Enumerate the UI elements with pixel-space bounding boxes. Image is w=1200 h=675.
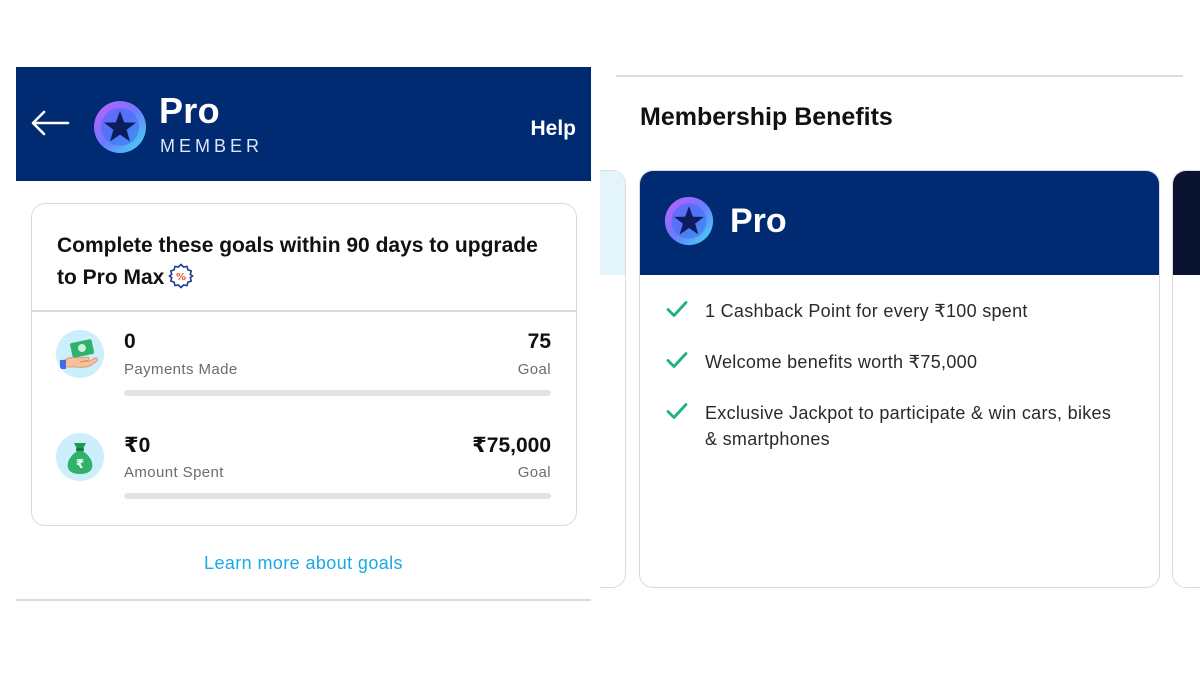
page: Pro MEMBER Help Complete these goals wit… bbox=[0, 0, 1200, 675]
next-plan-card[interactable] bbox=[1172, 170, 1200, 588]
amount-progress-bar bbox=[124, 493, 551, 499]
card-divider bbox=[32, 310, 576, 312]
previous-plan-card-header bbox=[600, 171, 625, 275]
pro-star-badge-icon bbox=[94, 101, 146, 153]
cash-payment-icon bbox=[56, 330, 104, 378]
bottom-divider bbox=[16, 599, 591, 601]
discount-badge-icon: % bbox=[168, 263, 195, 289]
pro-benefits-header: Pro bbox=[640, 171, 1159, 275]
next-plan-card-header bbox=[1173, 171, 1200, 275]
goal-row-amount: ₹ ₹0 Amount Spent ₹75,000 Goal bbox=[32, 433, 576, 513]
learn-more-goals-link[interactable]: Learn more about goals bbox=[16, 553, 591, 574]
pro-member-header: Pro MEMBER Help bbox=[16, 67, 591, 181]
payments-progress-bar bbox=[124, 390, 551, 396]
pro-benefits-title: Pro bbox=[730, 202, 787, 240]
check-icon bbox=[666, 301, 688, 317]
check-icon bbox=[666, 403, 688, 419]
top-divider bbox=[616, 75, 1183, 77]
goals-card-title-text: Complete these goals within 90 days to u… bbox=[57, 234, 538, 289]
previous-plan-card[interactable] bbox=[600, 170, 626, 588]
goals-card-title: Complete these goals within 90 days to u… bbox=[57, 230, 557, 294]
benefit-text: Exclusive Jackpot to participate & win c… bbox=[705, 403, 1112, 449]
amount-goal-label: Goal bbox=[517, 464, 551, 481]
brand-title: Pro bbox=[159, 90, 220, 131]
amount-spent-label: Amount Spent bbox=[124, 464, 224, 481]
payments-made-label: Payments Made bbox=[124, 361, 238, 378]
payments-goal-label: Goal bbox=[517, 361, 551, 378]
membership-benefits-title: Membership Benefits bbox=[640, 103, 893, 131]
payments-goal-value: 75 bbox=[527, 330, 551, 353]
payments-made-value: 0 bbox=[124, 330, 136, 353]
goals-card: Complete these goals within 90 days to u… bbox=[31, 203, 577, 526]
money-bag-icon: ₹ bbox=[56, 433, 104, 481]
benefit-text: Welcome benefits worth ₹75,000 bbox=[705, 352, 978, 372]
amount-spent-value: ₹0 bbox=[124, 434, 151, 457]
brand-subtitle: MEMBER bbox=[160, 136, 264, 156]
pro-benefits-card[interactable]: Pro 1 Cashback Point for every ₹100 spen… bbox=[639, 170, 1160, 588]
pro-star-badge-icon bbox=[664, 196, 714, 246]
check-icon bbox=[666, 352, 688, 368]
benefit-text: 1 Cashback Point for every ₹100 spent bbox=[705, 301, 1028, 321]
pro-member-panel: Pro MEMBER Help Complete these goals wit… bbox=[16, 67, 591, 601]
svg-text:₹: ₹ bbox=[76, 457, 84, 471]
svg-text:%: % bbox=[176, 272, 186, 283]
amount-goal-value: ₹75,000 bbox=[472, 434, 551, 457]
back-arrow-icon[interactable] bbox=[30, 110, 70, 136]
help-link[interactable]: Help bbox=[530, 117, 576, 141]
goal-row-payments: 0 Payments Made 75 Goal bbox=[32, 330, 576, 410]
